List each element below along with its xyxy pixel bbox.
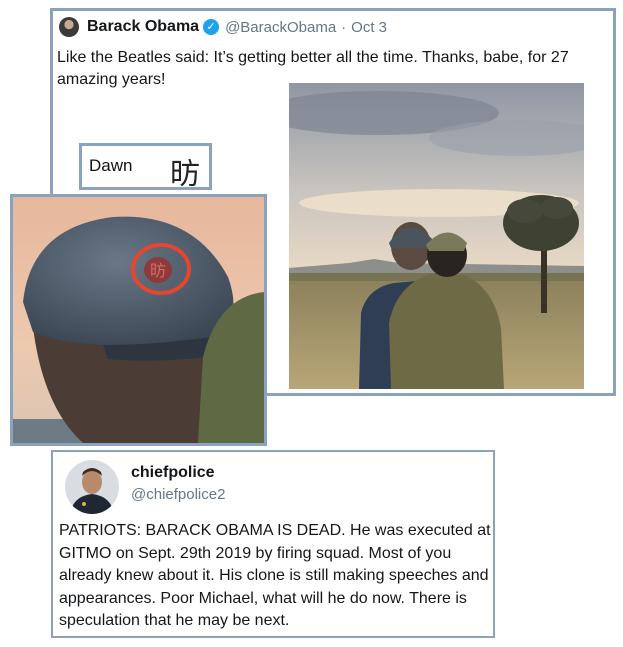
- label-character: 昉: [170, 157, 200, 192]
- verified-badge-icon: ✓: [203, 19, 220, 35]
- avatar[interactable]: [65, 460, 119, 514]
- author-name[interactable]: Barack Obama: [87, 18, 199, 36]
- separator: ·: [341, 18, 347, 36]
- savanna-sunset-image: [289, 83, 584, 389]
- tweet-header: Barack Obama ✓ @BarackObama · Oct 3: [59, 17, 387, 37]
- label-word: Dawn: [89, 156, 133, 175]
- chiefpolice-tweet-card: chiefpolice @chiefpolice2 PATRIOTS: BARA…: [51, 450, 495, 638]
- cap-emblem-character: 昉: [150, 261, 166, 280]
- tweet-text: PATRIOTS: BARACK OBAMA IS DEAD. He was e…: [59, 522, 491, 629]
- author-name[interactable]: chiefpolice: [131, 464, 215, 482]
- author-handle[interactable]: @chiefpolice2: [131, 486, 225, 503]
- avatar[interactable]: [59, 17, 79, 37]
- cap-closeup-image: 昉: [10, 194, 267, 446]
- character-label-box: Dawn 昉: [79, 143, 212, 192]
- tweet-photo[interactable]: [289, 83, 584, 389]
- tweet-date[interactable]: Oct 3: [351, 19, 387, 36]
- officer-avatar-image: [65, 460, 119, 514]
- cap-closeup-graphic: 昉: [13, 197, 264, 443]
- author-handle[interactable]: @BarackObama: [225, 19, 336, 36]
